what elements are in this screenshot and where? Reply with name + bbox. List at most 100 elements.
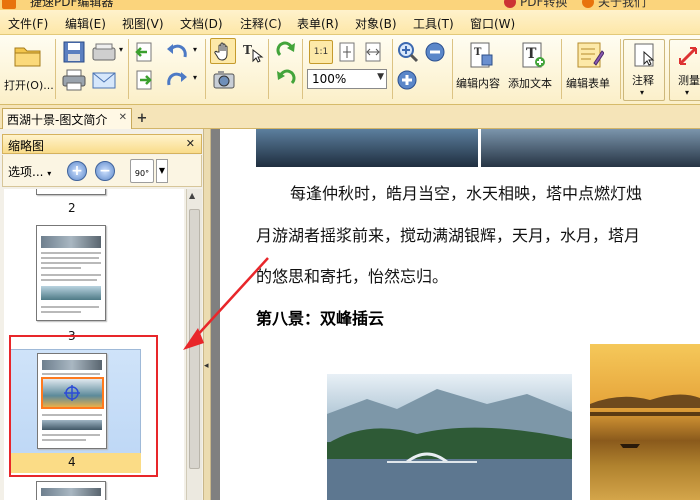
save-icon[interactable] — [62, 41, 86, 63]
collapse-panel-icon[interactable]: ◂ — [204, 361, 209, 371]
edit-form-button[interactable]: 编辑表单 — [564, 39, 618, 99]
chevron-down-icon: ▾ — [685, 88, 690, 97]
redo-icon[interactable] — [165, 69, 189, 91]
chevron-down-icon[interactable]: ▾ — [193, 45, 197, 54]
section-heading: 第八景：双峰插云 — [256, 309, 385, 328]
thumbnail-panel-header: 缩略图 ✕ — [2, 134, 202, 154]
zoom-out-icon[interactable] — [424, 41, 448, 63]
add-text-icon: T — [522, 42, 545, 68]
sunset-lake-photo — [590, 344, 700, 500]
chevron-down-icon[interactable]: ▾ — [119, 45, 123, 54]
thumbnail-shrink-icon[interactable]: − — [95, 161, 115, 181]
paragraph-line: 每逢仲秋时，皓月当空，水天相映，塔中点燃灯烛 — [290, 184, 643, 203]
annotate-button[interactable]: 注释 ▾ — [623, 39, 665, 101]
rotate-cw-icon[interactable] — [274, 41, 298, 63]
zoom-select[interactable]: 100% ▼ — [307, 69, 387, 89]
menu-file[interactable]: 文件(F) — [8, 15, 48, 32]
chevron-down-icon: ▾ — [640, 88, 645, 97]
thumbnail-toolbar: 选项... ▾ + − 90° ▼ — [2, 155, 202, 187]
rotate-page-label: 90° — [134, 169, 150, 178]
about-link[interactable]: 关于我们 — [598, 0, 646, 10]
hand-icon — [214, 42, 228, 61]
thumb-image — [41, 488, 101, 496]
main-toolbar: 打开(O)... ▾ ▾ ▾ T 1:1 100% ▼ T 编辑内容 T 添加文… — [0, 35, 700, 105]
print-icon[interactable] — [62, 69, 86, 91]
rotate-page-button[interactable]: 90° — [130, 159, 154, 183]
email-icon[interactable] — [92, 69, 116, 91]
hand-tool-button[interactable] — [210, 38, 236, 64]
thumbnail-page-5[interactable] — [36, 481, 106, 500]
chevron-down-icon: ▼ — [377, 72, 384, 82]
menu-annotate[interactable]: 注释(C) — [240, 15, 282, 32]
measure-button[interactable]: 测量 ▾ — [669, 39, 700, 101]
thumb-text-line — [41, 279, 97, 281]
menu-object[interactable]: 对象(B) — [355, 15, 397, 32]
scrollbar-thumb[interactable] — [189, 209, 200, 469]
edit-form-icon — [577, 42, 604, 68]
twin-peaks-photo — [327, 374, 572, 500]
toolbar-separator — [620, 39, 621, 99]
toolbar-separator — [392, 39, 393, 99]
svg-text:T: T — [474, 47, 482, 58]
annotate-label: 注释 — [632, 74, 654, 87]
folder-icon — [14, 47, 41, 67]
scanner-icon[interactable] — [92, 41, 116, 63]
thumbnail-enlarge-icon[interactable]: + — [67, 161, 87, 181]
thumbnail-page-3[interactable] — [36, 225, 106, 321]
annotate-icon — [634, 43, 655, 67]
pdf-convert-icon[interactable] — [504, 0, 516, 8]
thumbnail-scrollbar[interactable]: ▲ — [186, 189, 202, 500]
close-icon[interactable]: ✕ — [186, 137, 195, 150]
zoom-in-icon[interactable] — [396, 41, 420, 63]
document-tab-bar: 西湖十景-图文简介 ✕ + — [0, 105, 700, 129]
rotate-ccw-icon[interactable] — [274, 69, 298, 91]
close-icon[interactable]: ✕ — [119, 112, 127, 123]
about-icon[interactable] — [582, 0, 594, 8]
tab-document[interactable]: 西湖十景-图文简介 ✕ — [2, 108, 132, 129]
chevron-down-icon[interactable]: ▼ — [156, 159, 168, 183]
toolbar-separator — [452, 39, 453, 99]
chevron-down-icon[interactable]: ▾ — [193, 73, 197, 82]
menu-tools[interactable]: 工具(T) — [413, 15, 454, 32]
menu-form[interactable]: 表单(R) — [297, 15, 339, 32]
fit-width-icon[interactable] — [362, 41, 384, 63]
thumb-text-line — [41, 311, 81, 313]
menu-document[interactable]: 文档(D) — [180, 15, 223, 32]
menu-edit[interactable]: 编辑(E) — [65, 15, 106, 32]
panel-splitter[interactable]: ◂ — [203, 129, 211, 500]
edit-form-label: 编辑表单 — [566, 77, 610, 90]
thumbnail-page-2[interactable] — [36, 189, 106, 195]
add-text-button[interactable]: T 添加文本 — [508, 39, 560, 99]
actual-size-button[interactable]: 1:1 — [309, 40, 333, 64]
next-page-icon[interactable] — [134, 69, 154, 91]
prev-page-icon[interactable] — [134, 41, 154, 63]
edit-content-button[interactable]: T 编辑内容 — [456, 39, 508, 99]
toolbar-separator — [55, 39, 56, 99]
toolbar-separator — [128, 39, 129, 99]
paragraph-line: 月游湖者摇浆前来，搅动满湖银辉，天月，水月，塔月 — [256, 226, 641, 245]
add-text-label: 添加文本 — [508, 77, 552, 90]
thumbnail-options-button[interactable]: 选项... ▾ — [8, 163, 51, 180]
select-text-icon[interactable]: T — [241, 41, 265, 63]
menu-bar: 文件(F) 编辑(E) 视图(V) 文档(D) 注释(C) 表单(R) 对象(B… — [0, 10, 700, 35]
menu-view[interactable]: 视图(V) — [122, 15, 164, 32]
undo-icon[interactable] — [165, 41, 189, 63]
toolbar-separator — [268, 39, 269, 99]
snapshot-icon[interactable] — [212, 69, 236, 91]
fit-page-icon[interactable] — [336, 41, 358, 63]
scroll-up-icon[interactable]: ▲ — [189, 191, 195, 200]
zoom-plus-icon[interactable] — [396, 69, 420, 91]
open-button[interactable]: 打开(O)... — [4, 39, 54, 99]
new-tab-icon[interactable]: + — [136, 112, 148, 125]
svg-text:T: T — [526, 46, 537, 62]
thumb-image — [41, 286, 101, 300]
pdf-convert-link[interactable]: PDF转换 — [520, 0, 567, 10]
chevron-down-icon: ▾ — [47, 169, 52, 178]
thumbnail-options-label: 选项... — [8, 165, 44, 179]
svg-text:T: T — [243, 43, 252, 57]
menu-window[interactable]: 窗口(W) — [470, 15, 515, 32]
document-viewport[interactable]: 每逢仲秋时，皓月当空，水天相映，塔中点燃灯烛 月游湖者摇浆前来，搅动满湖银辉，天… — [211, 129, 700, 500]
toolbar-separator — [561, 39, 562, 99]
thumb-text-line — [41, 267, 81, 269]
edit-content-label: 编辑内容 — [456, 77, 500, 90]
